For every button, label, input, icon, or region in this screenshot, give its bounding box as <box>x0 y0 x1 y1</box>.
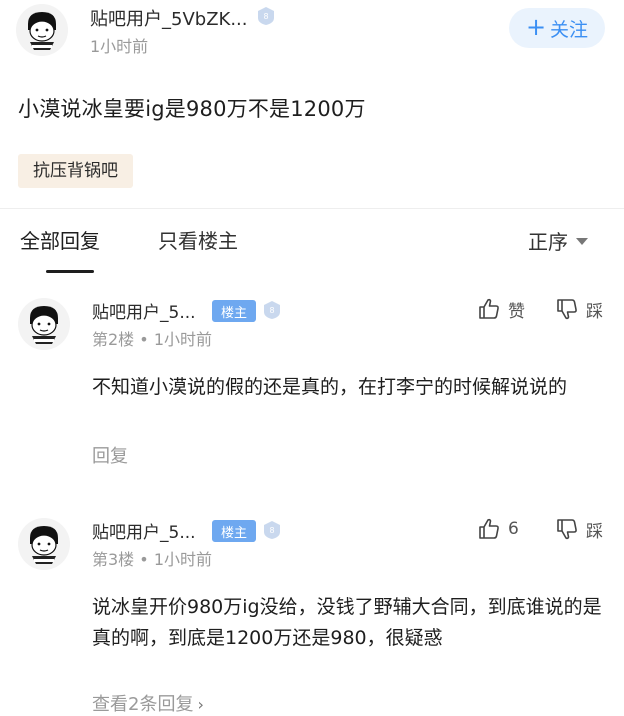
svg-text:8: 8 <box>269 526 274 535</box>
reply-meta: 第2楼 • 1小时前 <box>92 326 212 350</box>
follow-label: 关注 <box>550 18 589 41</box>
meta-separator: • <box>139 550 149 569</box>
view-replies-link[interactable]: 查看2条回复 › <box>92 690 204 716</box>
reply-author-name[interactable]: 贴吧用户_5... <box>92 518 196 543</box>
tab-op-only[interactable]: 只看楼主 <box>158 225 238 254</box>
section-divider <box>0 208 624 209</box>
dislike-button[interactable]: 踩 <box>554 516 603 542</box>
like-button[interactable]: 赞 <box>476 296 525 322</box>
like-label: 赞 <box>508 301 525 322</box>
reply-time: 1小时前 <box>153 330 212 349</box>
reply-button[interactable]: 回复 <box>92 442 128 468</box>
chevron-right-icon: › <box>197 695 204 714</box>
owner-badge: 楼主 <box>212 300 256 322</box>
sort-label: 正序 <box>528 230 568 254</box>
level-badge-icon: 8 <box>262 300 282 324</box>
dislike-button[interactable]: 踩 <box>554 296 603 322</box>
like-count: 6 <box>508 519 519 539</box>
level-badge-icon: 8 <box>256 6 276 30</box>
post-content: 小漠说冰皇要ig是980万不是1200万 <box>18 97 366 121</box>
author-name[interactable]: 贴吧用户_5VbZK... <box>90 5 248 31</box>
thumbs-up-icon <box>479 518 499 539</box>
thumbs-up-icon <box>479 298 499 319</box>
svg-text:8: 8 <box>263 12 268 21</box>
caret-down-icon <box>576 238 588 245</box>
dislike-label: 踩 <box>586 301 603 322</box>
reply-avatar[interactable] <box>18 298 70 350</box>
reply-content: 说冰皇开价980万ig没给，没钱了野辅大合同，到底谁说的是真的啊，到底是1200… <box>92 596 602 649</box>
tab-all-replies[interactable]: 全部回复 <box>20 225 100 254</box>
reply-author-name[interactable]: 贴吧用户_5... <box>92 298 196 323</box>
author-avatar[interactable] <box>16 4 68 56</box>
level-badge-icon: 8 <box>262 520 282 544</box>
reply-avatar[interactable] <box>18 518 70 570</box>
reply-content: 不知道小漠说的假的还是真的，在打李宁的时候解说说的 <box>92 376 568 398</box>
floor-number: 第2楼 <box>92 330 135 349</box>
active-tab-indicator <box>46 270 94 273</box>
sort-dropdown[interactable]: 正序 <box>528 226 588 255</box>
plus-icon: + <box>525 13 547 41</box>
view-replies-label: 查看2条回复 <box>92 694 194 715</box>
post-time: 1小时前 <box>90 37 149 56</box>
reply-time: 1小时前 <box>153 550 212 569</box>
reply-button-label: 回复 <box>92 446 128 467</box>
follow-button[interactable]: + 关注 <box>509 8 605 48</box>
thumbs-down-icon <box>557 299 577 320</box>
reply-meta: 第3楼 • 1小时前 <box>92 546 212 570</box>
like-button[interactable]: 6 <box>476 516 519 542</box>
thumbs-down-icon <box>557 519 577 540</box>
meta-separator: • <box>139 330 149 349</box>
svg-text:8: 8 <box>269 306 274 315</box>
owner-badge: 楼主 <box>212 520 256 542</box>
dislike-label: 踩 <box>586 521 603 542</box>
forum-tag[interactable]: 抗压背锅吧 <box>18 154 133 188</box>
floor-number: 第3楼 <box>92 550 135 569</box>
